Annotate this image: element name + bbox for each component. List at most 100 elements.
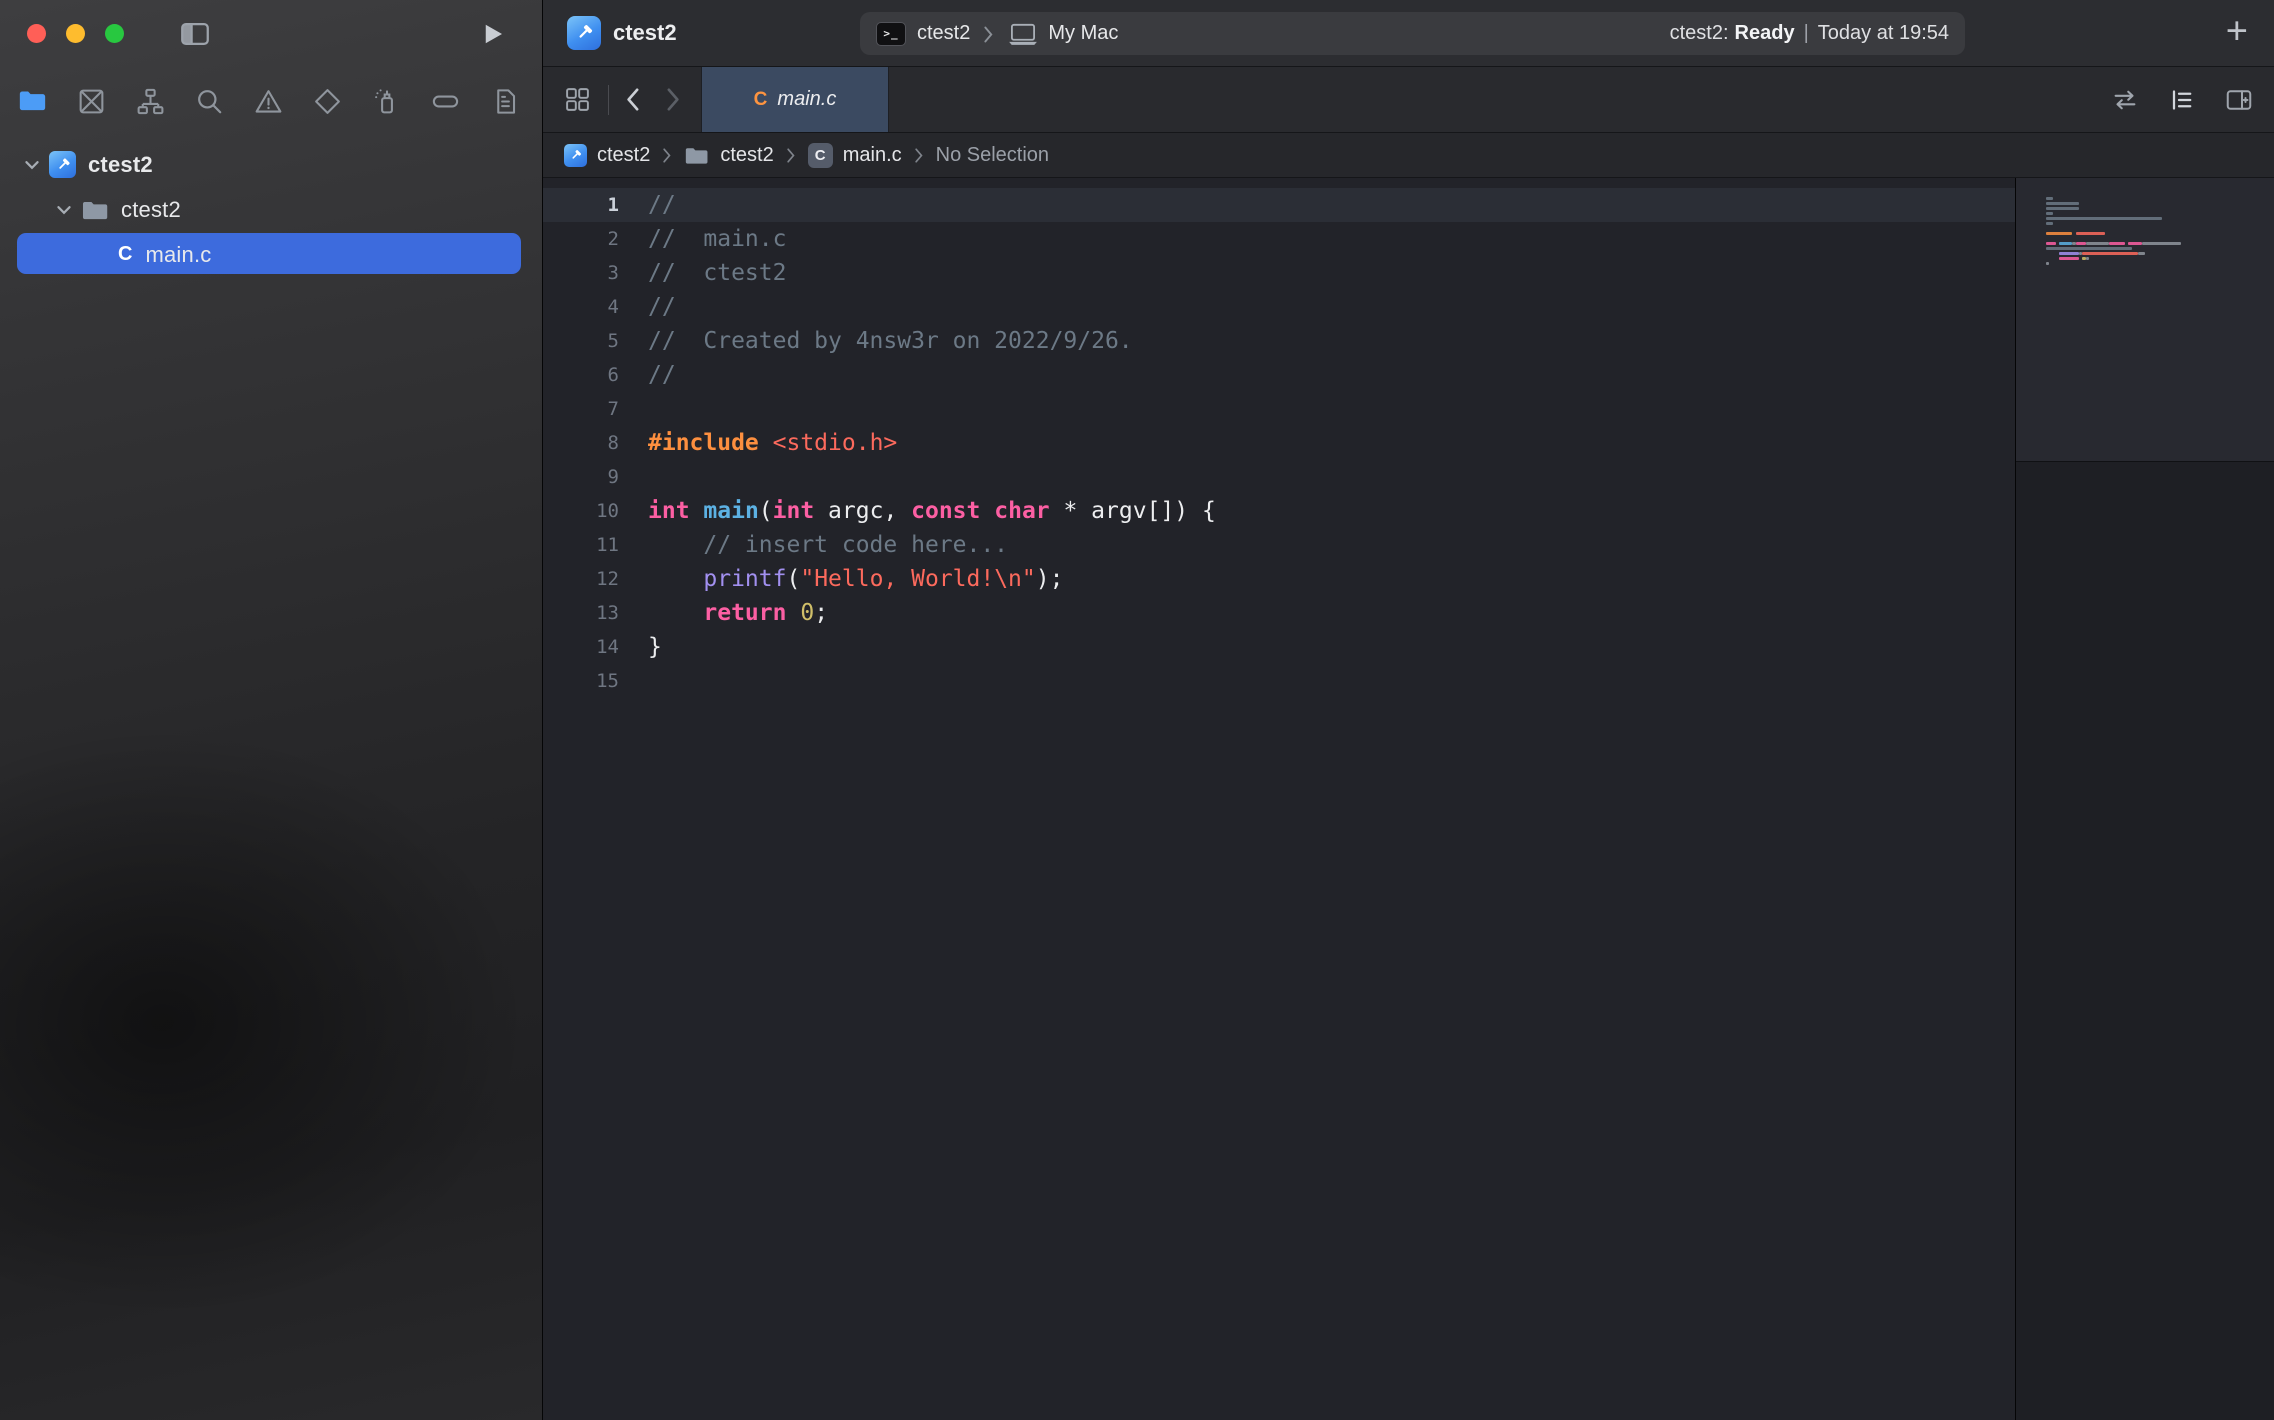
breakpoint-navigator-icon[interactable] bbox=[312, 85, 344, 117]
tree-item-label: ctest2 bbox=[121, 197, 181, 223]
jumpbar-group[interactable]: ctest2 bbox=[720, 144, 773, 167]
code-line[interactable]: 11 // insert code here... bbox=[543, 528, 2016, 562]
c-file-icon: C bbox=[754, 89, 768, 111]
folder-icon bbox=[684, 145, 710, 165]
test-navigator-icon[interactable] bbox=[371, 85, 403, 117]
code-line[interactable]: 15 bbox=[543, 664, 2016, 698]
run-button[interactable] bbox=[477, 19, 507, 54]
code-line[interactable]: 6 // bbox=[543, 358, 2016, 392]
scheme-target[interactable]: ctest2 bbox=[917, 22, 970, 45]
code-text: // bbox=[648, 294, 676, 320]
line-number[interactable]: 14 bbox=[543, 636, 619, 658]
xcode-app-icon bbox=[567, 16, 601, 50]
minimize-button[interactable] bbox=[66, 24, 85, 43]
go-forward-icon[interactable] bbox=[664, 86, 681, 113]
window-title: ctest2 bbox=[613, 20, 677, 46]
jumpbar-file[interactable]: main.c bbox=[843, 144, 902, 167]
tab-main-c[interactable]: C main.c bbox=[701, 67, 889, 132]
code-line[interactable]: 8 #include <stdio.h> bbox=[543, 426, 2016, 460]
xcode-project-icon bbox=[564, 144, 587, 167]
line-number[interactable]: 12 bbox=[543, 568, 619, 590]
xcode-project-icon bbox=[49, 151, 76, 178]
c-file-icon: C bbox=[118, 243, 132, 266]
zoom-button[interactable] bbox=[105, 24, 124, 43]
file-tree: ctest2 ctest2 C main.c bbox=[0, 134, 542, 277]
line-number[interactable]: 8 bbox=[543, 432, 619, 454]
report-navigator-icon[interactable] bbox=[489, 85, 521, 117]
code-line[interactable]: 12 printf("Hello, World!\n"); bbox=[543, 562, 2016, 596]
minimap-code bbox=[2046, 196, 2181, 271]
scheme-destination[interactable]: My Mac bbox=[1048, 22, 1118, 45]
line-number[interactable]: 11 bbox=[543, 534, 619, 556]
chevron-right-icon bbox=[662, 147, 672, 164]
code-line[interactable]: 4 // bbox=[543, 290, 2016, 324]
traffic-lights bbox=[27, 24, 124, 43]
status-project: ctest2: bbox=[1670, 22, 1729, 45]
main-area: ctest2 >_ ctest2 My Mac ctest2: Ready | … bbox=[543, 0, 2274, 1420]
code-line[interactable]: 7 bbox=[543, 392, 2016, 426]
line-number[interactable]: 2 bbox=[543, 228, 619, 250]
line-number[interactable]: 15 bbox=[543, 670, 619, 692]
code-lines: 1 // 2// main.c3// ctest2 4 // 5// Created by… bbox=[543, 178, 2016, 698]
jumpbar-project[interactable]: ctest2 bbox=[597, 144, 650, 167]
toggle-sidebar-icon[interactable] bbox=[178, 17, 212, 56]
toolbar: ctest2 >_ ctest2 My Mac ctest2: Ready | … bbox=[543, 0, 2274, 67]
line-number[interactable]: 1 bbox=[543, 194, 619, 216]
chevron-down-icon[interactable] bbox=[56, 205, 72, 215]
code-line[interactable]: 14} bbox=[543, 630, 2016, 664]
line-number[interactable]: 7 bbox=[543, 398, 619, 420]
minimap[interactable] bbox=[2015, 178, 2274, 1420]
line-number[interactable]: 13 bbox=[543, 602, 619, 624]
chevron-down-icon[interactable] bbox=[24, 160, 40, 170]
tree-item-label: main.c bbox=[145, 242, 211, 268]
code-review-icon[interactable] bbox=[2110, 85, 2140, 115]
code-text: // bbox=[648, 362, 676, 388]
terminal-scheme-icon: >_ bbox=[876, 22, 906, 46]
symbol-navigator-icon[interactable] bbox=[134, 85, 166, 117]
code-text: // bbox=[648, 192, 676, 218]
code-line[interactable]: 5// Created by 4nsw3r on 2022/9/26. bbox=[543, 324, 2016, 358]
code-text: // insert code here... bbox=[648, 532, 1008, 558]
tree-item-label: ctest2 bbox=[88, 152, 153, 178]
line-number[interactable]: 4 bbox=[543, 296, 619, 318]
close-button[interactable] bbox=[27, 24, 46, 43]
scheme-status-bar[interactable]: >_ ctest2 My Mac ctest2: Ready | Today a… bbox=[860, 12, 1965, 55]
line-number[interactable]: 5 bbox=[543, 330, 619, 352]
code-line[interactable]: 2// main.c bbox=[543, 222, 2016, 256]
jumpbar-selection[interactable]: No Selection bbox=[936, 144, 1049, 167]
code-line[interactable]: 9 bbox=[543, 460, 2016, 494]
add-editor-icon[interactable] bbox=[2224, 85, 2254, 115]
editor-options-icon[interactable] bbox=[2167, 85, 2197, 115]
find-navigator-icon[interactable] bbox=[193, 85, 225, 117]
jump-bar: ctest2 ctest2 C main.c No Selection bbox=[543, 133, 2274, 178]
debug-navigator-icon[interactable] bbox=[430, 85, 462, 117]
line-number[interactable]: 3 bbox=[543, 262, 619, 284]
selection-highlight bbox=[17, 233, 521, 274]
line-number[interactable]: 9 bbox=[543, 466, 619, 488]
window-titlebar bbox=[0, 0, 542, 68]
navigator-sidebar: ctest2 ctest2 C main.c bbox=[0, 0, 543, 1420]
editor-tab-bar: C main.c bbox=[543, 67, 2274, 133]
tree-item-project[interactable]: ctest2 bbox=[0, 142, 542, 187]
line-number[interactable]: 6 bbox=[543, 364, 619, 386]
tree-item-group[interactable]: ctest2 bbox=[0, 187, 542, 232]
code-line[interactable]: 1 // bbox=[543, 188, 2016, 222]
source-control-navigator-icon[interactable] bbox=[75, 85, 107, 117]
code-line[interactable]: 13 return 0; bbox=[543, 596, 2016, 630]
status-state: Ready bbox=[1735, 22, 1795, 45]
line-number[interactable]: 10 bbox=[543, 500, 619, 522]
code-editor[interactable]: 1 // 2// main.c3// ctest2 4 // 5// Created by… bbox=[543, 178, 2016, 1420]
tree-item-file-selected[interactable]: C main.c bbox=[0, 232, 542, 277]
code-text: #include <stdio.h> bbox=[648, 430, 897, 456]
build-status[interactable]: ctest2: Ready | Today at 19:54 bbox=[1670, 22, 1949, 45]
add-button[interactable]: + bbox=[2226, 12, 2248, 50]
issue-navigator-icon[interactable] bbox=[253, 85, 285, 117]
code-line[interactable]: 10int main(int argc, const char * argv[]… bbox=[543, 494, 2016, 528]
code-text: } bbox=[648, 634, 662, 660]
project-navigator-icon[interactable] bbox=[16, 85, 48, 117]
chevron-right-icon bbox=[786, 147, 796, 164]
code-line[interactable]: 3// ctest2 bbox=[543, 256, 2016, 290]
tab-overview-icon[interactable] bbox=[563, 85, 592, 114]
status-time: Today at 19:54 bbox=[1818, 22, 1949, 45]
go-back-icon[interactable] bbox=[625, 86, 642, 113]
